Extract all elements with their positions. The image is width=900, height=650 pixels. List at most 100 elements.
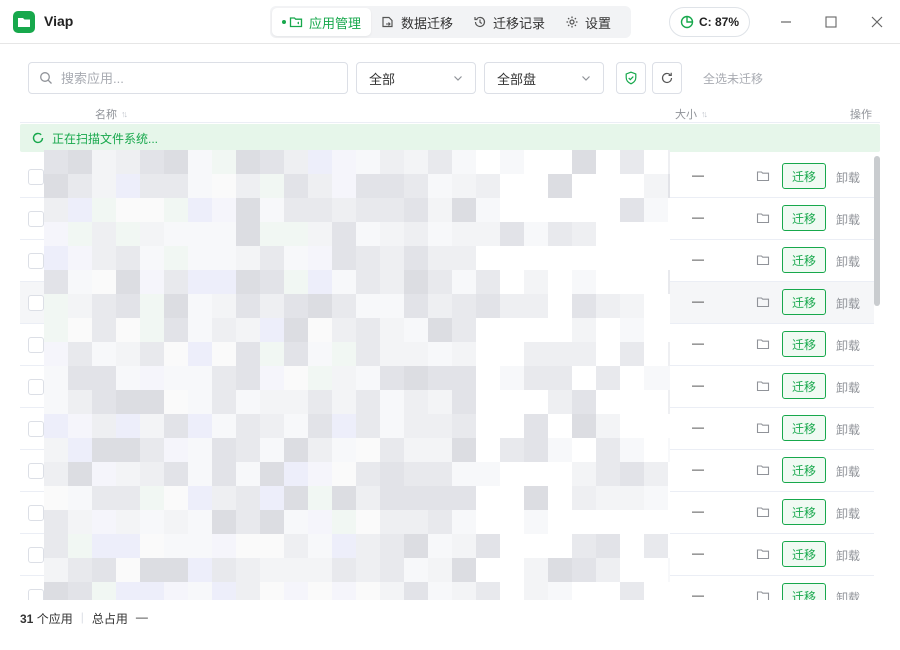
mosaic-cell xyxy=(356,342,380,366)
migrate-button[interactable]: 迁移 xyxy=(782,163,826,189)
open-folder-icon[interactable] xyxy=(756,589,770,600)
mosaic-cell xyxy=(236,534,260,558)
uninstall-button[interactable]: 卸载 xyxy=(836,505,860,522)
row-checkbox[interactable] xyxy=(28,547,44,563)
row-checkbox[interactable] xyxy=(28,463,44,479)
mosaic-cell xyxy=(596,582,620,600)
maximize-button[interactable] xyxy=(821,12,841,32)
open-folder-icon[interactable] xyxy=(756,379,770,393)
uninstall-button[interactable]: 卸载 xyxy=(836,295,860,312)
mosaic-cell xyxy=(308,246,332,270)
search-box[interactable] xyxy=(28,62,348,94)
mosaic-cell xyxy=(380,198,404,222)
open-folder-icon[interactable] xyxy=(756,169,770,183)
mosaic-cell xyxy=(332,366,356,390)
mosaic-cell xyxy=(140,582,164,600)
mosaic-cell xyxy=(500,366,524,390)
disk-usage-indicator[interactable]: C: 87% xyxy=(669,7,750,37)
row-checkbox[interactable] xyxy=(28,589,44,600)
uninstall-button[interactable]: 卸载 xyxy=(836,211,860,228)
migrate-button[interactable]: 迁移 xyxy=(782,583,826,600)
mosaic-cell xyxy=(356,534,380,558)
mosaic-cell xyxy=(44,558,68,582)
uninstall-button[interactable]: 卸载 xyxy=(836,379,860,396)
tab-app-management[interactable]: 应用管理 xyxy=(272,8,372,36)
row-checkbox[interactable] xyxy=(28,253,44,269)
migrate-button[interactable]: 迁移 xyxy=(782,331,826,357)
uninstall-button[interactable]: 卸载 xyxy=(836,169,860,186)
close-button[interactable] xyxy=(867,12,887,32)
row-checkbox[interactable] xyxy=(28,169,44,185)
size-column-header[interactable]: 大小 ↑↓ xyxy=(675,106,708,122)
mosaic-cell xyxy=(44,294,68,318)
tab-settings[interactable]: 设置 xyxy=(555,8,621,36)
mosaic-cell xyxy=(620,582,644,600)
mosaic-cell xyxy=(356,318,380,342)
mosaic-cell xyxy=(500,246,524,270)
mosaic-cell xyxy=(428,558,452,582)
uninstall-button[interactable]: 卸载 xyxy=(836,463,860,480)
mosaic-cell xyxy=(644,414,668,438)
scanning-text: 正在扫描文件系统... xyxy=(52,131,159,146)
uninstall-button[interactable]: 卸载 xyxy=(836,337,860,354)
row-checkbox[interactable] xyxy=(28,211,44,227)
migrate-button[interactable]: 迁移 xyxy=(782,289,826,315)
mosaic-cell xyxy=(164,150,188,174)
migrate-button[interactable]: 迁移 xyxy=(782,373,826,399)
open-folder-icon[interactable] xyxy=(756,547,770,561)
migrate-button[interactable]: 迁移 xyxy=(782,205,826,231)
mosaic-cell xyxy=(212,390,236,414)
uninstall-button[interactable]: 卸载 xyxy=(836,589,860,600)
mosaic-cell xyxy=(68,270,92,294)
open-folder-icon[interactable] xyxy=(756,505,770,519)
minimize-button[interactable] xyxy=(776,12,796,32)
mosaic-cell xyxy=(116,438,140,462)
migrate-button[interactable]: 迁移 xyxy=(782,499,826,525)
mosaic-cell xyxy=(524,222,548,246)
mosaic-cell xyxy=(92,558,116,582)
uninstall-button[interactable]: 卸载 xyxy=(836,253,860,270)
mosaic-cell xyxy=(404,342,428,366)
mosaic-cell xyxy=(452,438,476,462)
select-all-unmigrated-button[interactable]: 全选未迁移 xyxy=(703,70,763,87)
open-folder-icon[interactable] xyxy=(756,337,770,351)
disk-filter-select[interactable]: 全部盘 xyxy=(484,62,604,94)
mosaic-cell xyxy=(356,390,380,414)
tab-migration-history[interactable]: 迁移记录 xyxy=(463,8,555,36)
tab-data-migration[interactable]: 数据迁移 xyxy=(371,8,463,36)
mosaic-cell xyxy=(572,342,596,366)
search-input[interactable] xyxy=(61,70,321,86)
mosaic-cell xyxy=(188,246,212,270)
type-filter-select[interactable]: 全部 xyxy=(356,62,476,94)
uninstall-button[interactable]: 卸载 xyxy=(836,421,860,438)
mosaic-cell xyxy=(308,174,332,198)
mosaic-cell xyxy=(68,390,92,414)
migrate-button[interactable]: 迁移 xyxy=(782,457,826,483)
mosaic-cell xyxy=(260,198,284,222)
open-folder-icon[interactable] xyxy=(756,421,770,435)
migrate-button[interactable]: 迁移 xyxy=(782,247,826,273)
uninstall-button[interactable]: 卸载 xyxy=(836,547,860,564)
open-folder-icon[interactable] xyxy=(756,211,770,225)
migrate-button[interactable]: 迁移 xyxy=(782,415,826,441)
row-checkbox[interactable] xyxy=(28,379,44,395)
mosaic-cell xyxy=(524,438,548,462)
open-folder-icon[interactable] xyxy=(756,295,770,309)
open-folder-icon[interactable] xyxy=(756,463,770,477)
migrate-button[interactable]: 迁移 xyxy=(782,541,826,567)
row-checkbox[interactable] xyxy=(28,421,44,437)
refresh-button[interactable] xyxy=(652,62,682,94)
row-checkbox[interactable] xyxy=(28,505,44,521)
column-label: 操作 xyxy=(850,109,872,121)
mosaic-cell xyxy=(596,486,620,510)
mosaic-cell xyxy=(572,390,596,414)
row-checkbox[interactable] xyxy=(28,295,44,311)
mosaic-cell xyxy=(308,486,332,510)
mosaic-cell xyxy=(116,318,140,342)
safe-filter-button[interactable] xyxy=(616,62,646,94)
row-checkbox[interactable] xyxy=(28,337,44,353)
scrollbar-thumb[interactable] xyxy=(874,156,880,306)
open-folder-icon[interactable] xyxy=(756,253,770,267)
mosaic-cell xyxy=(380,270,404,294)
name-column-header[interactable]: 名称 ↑↓ xyxy=(95,106,128,122)
